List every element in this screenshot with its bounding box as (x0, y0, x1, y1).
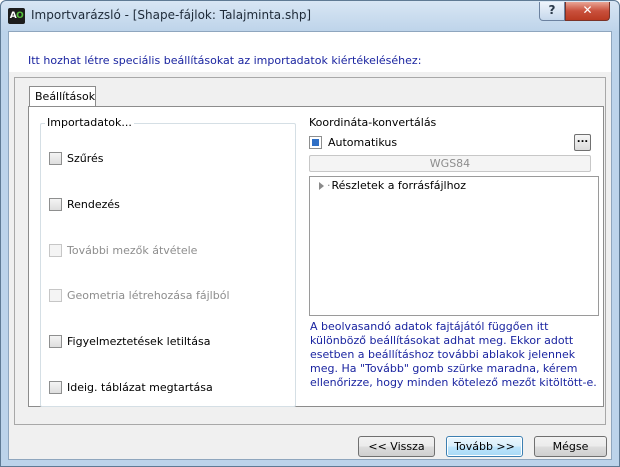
settings-tab-panel: Importadatok... Szűrés Rendezés További … (28, 106, 604, 407)
geometry-checkbox (49, 289, 62, 302)
keep-temp-table-checkbox[interactable] (49, 381, 62, 394)
import-group-legend: Importadatok... (45, 116, 134, 129)
expand-arrow-icon[interactable] (319, 182, 324, 190)
back-button[interactable]: << Vissza (358, 436, 435, 457)
coord-group-legend: Koordináta-konvertálás (307, 116, 439, 129)
keep-temp-table-label: Ideig. táblázat megtartása (67, 381, 213, 394)
source-details-tree[interactable]: Részletek a forrásfájlhoz (309, 176, 599, 316)
dialog-client-area: Itt hozhat létre speciális beállításokat… (8, 31, 612, 460)
close-button[interactable]: ✕ (565, 2, 610, 21)
coordinate-conversion-group: Koordináta-konvertálás Automatikus ... W… (306, 116, 599, 407)
header-panel: Itt hozhat létre speciális beállításokat… (9, 32, 611, 72)
cancel-button[interactable]: Mégse (534, 436, 607, 457)
sort-checkbox[interactable] (49, 198, 62, 211)
geometry-label: Geometria létrehozása fájlból (67, 289, 230, 302)
source-details-node[interactable]: Részletek a forrásfájlhoz (327, 179, 467, 192)
tab-settings[interactable]: Beállítások (29, 86, 96, 107)
intro-text: Itt hozhat létre speciális beállításokat… (28, 54, 422, 67)
disable-warnings-label: Figyelmeztetések letiltása (67, 335, 211, 348)
browse-button[interactable]: ... (574, 134, 591, 151)
sort-label: Rendezés (67, 198, 120, 211)
title-bar[interactable]: AO Importvarázsló - [Shape-fájlok: Talaj… (1, 1, 619, 31)
coordinate-system-field: WGS84 (309, 155, 591, 172)
filter-checkbox[interactable] (49, 152, 62, 165)
next-button[interactable]: Tovább >> (446, 436, 523, 457)
app-logo-icon: AO (8, 8, 25, 24)
help-button[interactable]: ? (539, 2, 565, 21)
window-title: Importvarázsló - [Shape-fájlok: Talajmin… (31, 8, 312, 22)
extra-fields-checkbox (49, 244, 62, 257)
import-wizard-window: AO Importvarázsló - [Shape-fájlok: Talaj… (0, 0, 620, 467)
import-data-group: Importadatok... Szűrés Rendezés További … (40, 116, 296, 407)
filter-label: Szűrés (67, 152, 104, 165)
automatic-label: Automatikus (328, 136, 398, 149)
extra-fields-label: További mezők átvétele (67, 244, 198, 257)
info-text: A beolvasandó adatok fajtájától függően … (310, 320, 597, 389)
automatic-checkbox[interactable] (309, 136, 322, 149)
disable-warnings-checkbox[interactable] (49, 335, 62, 348)
